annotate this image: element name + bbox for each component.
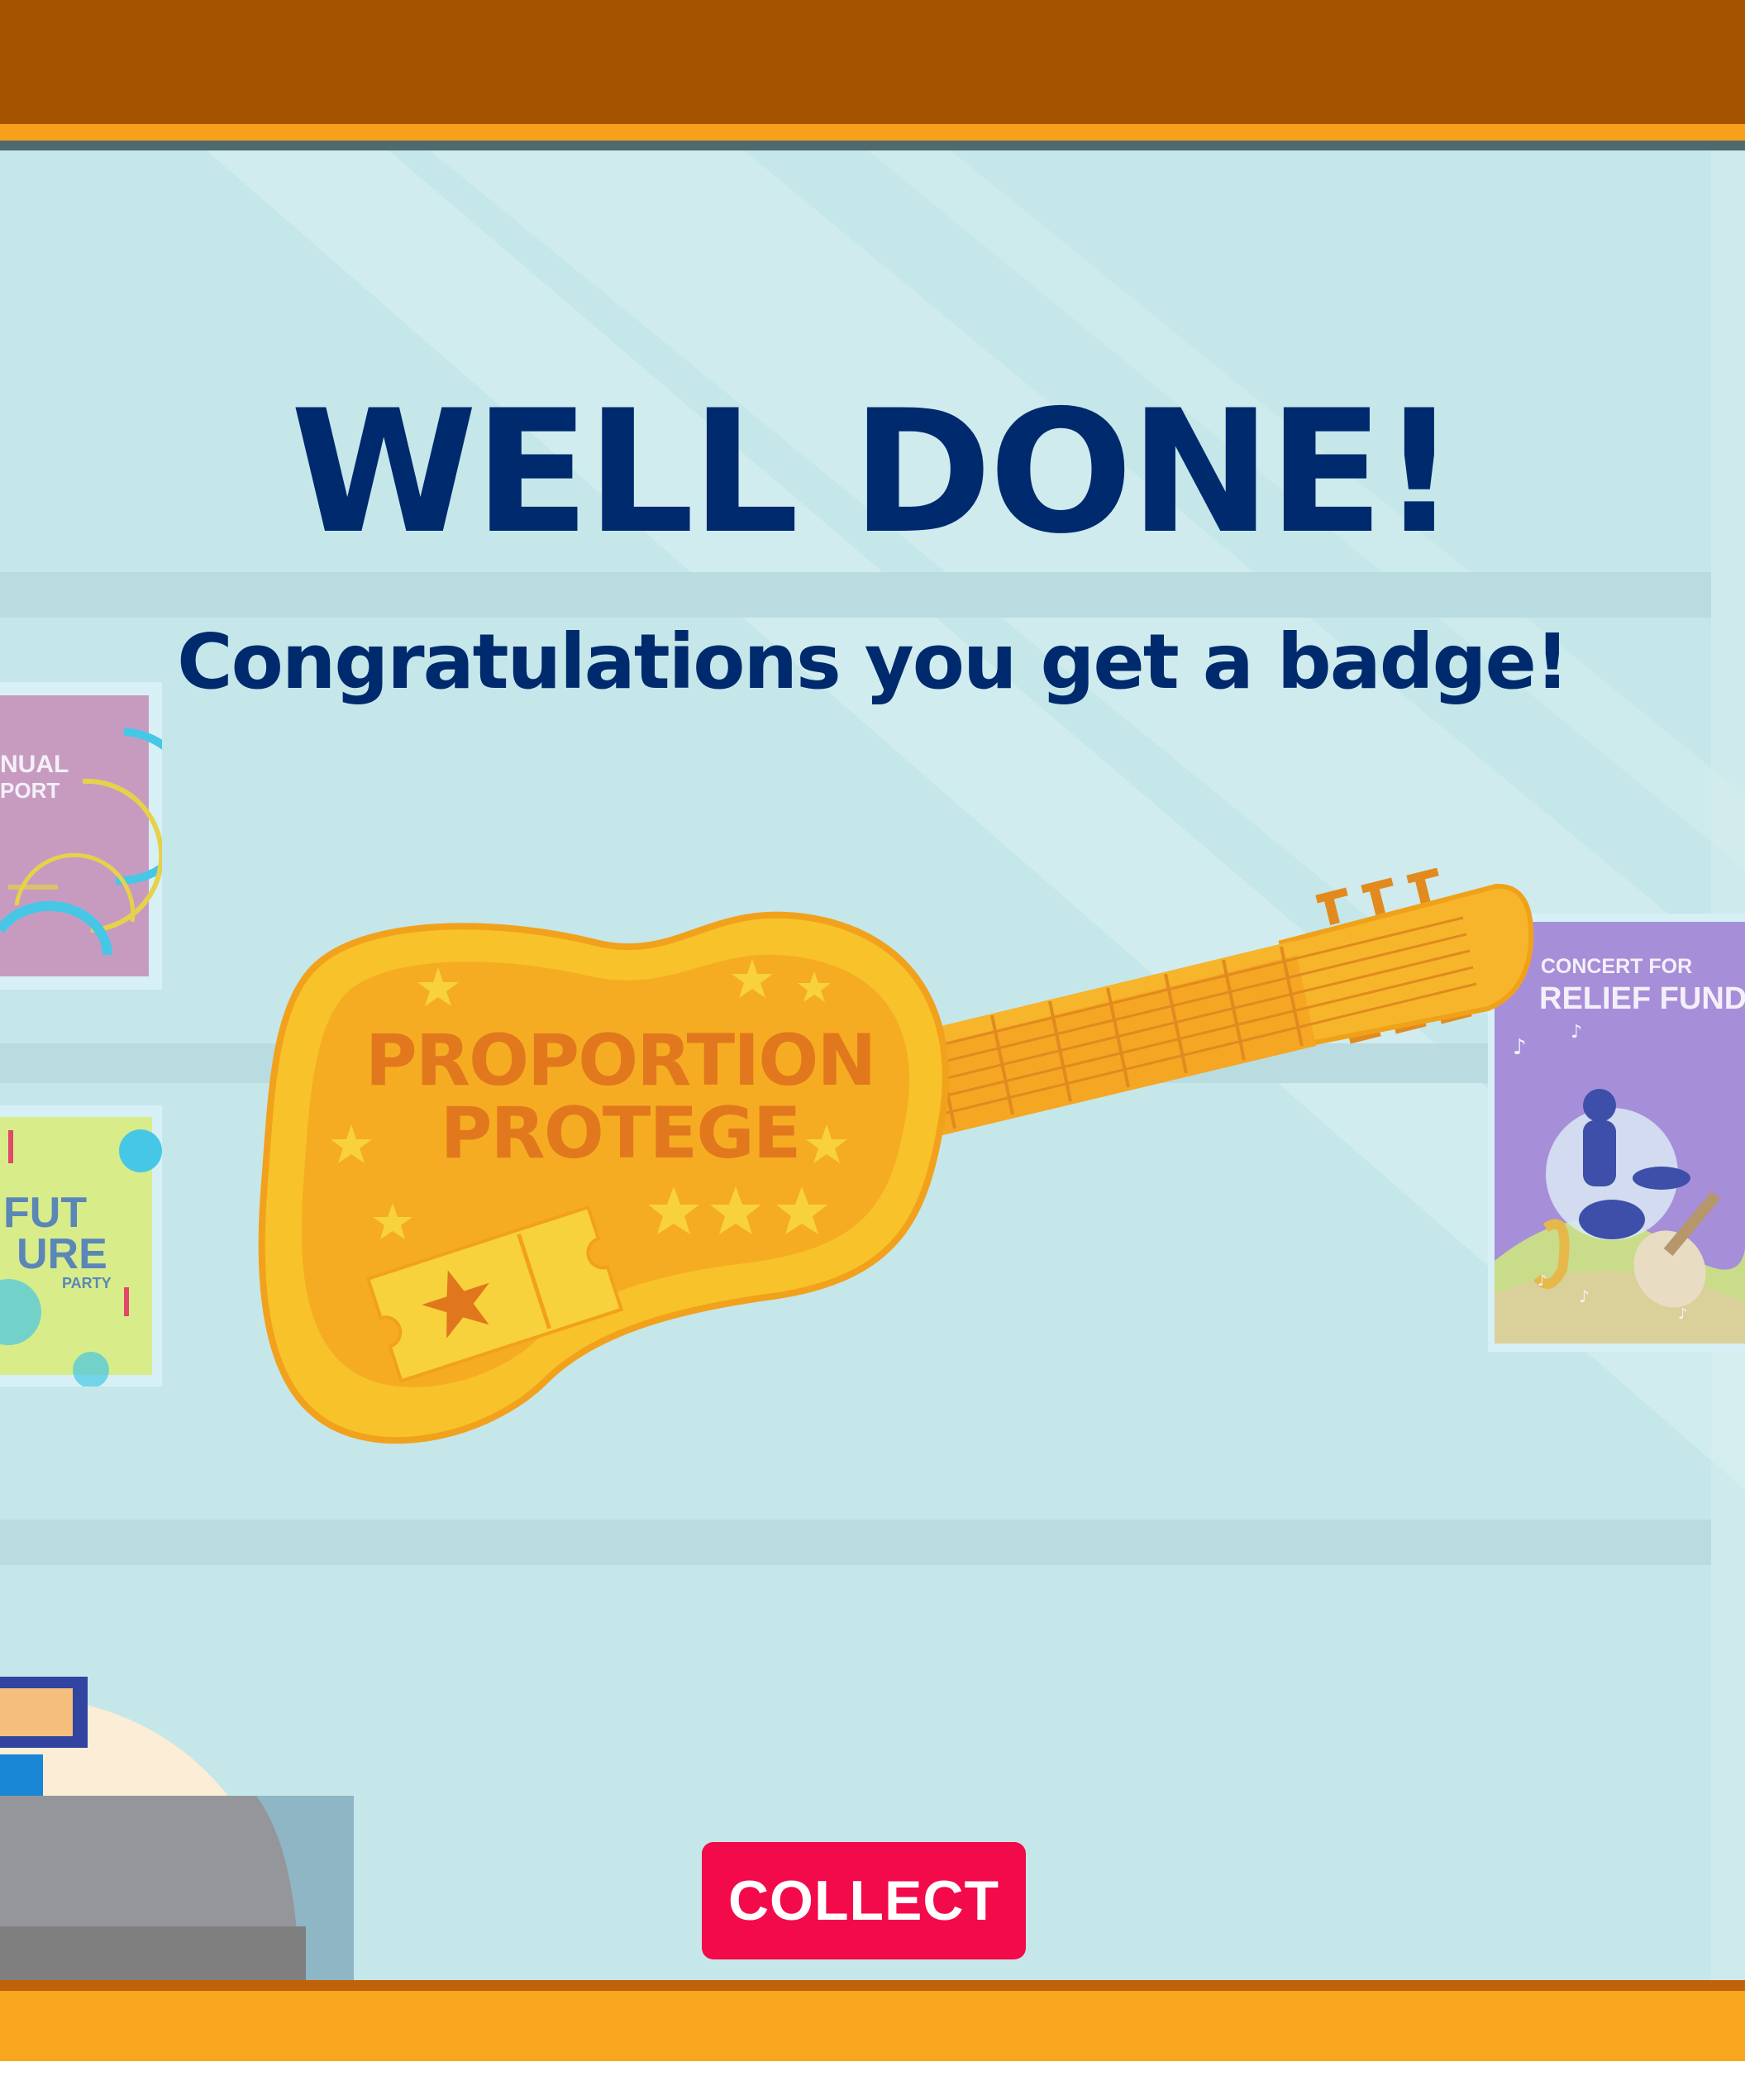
svg-text:♪: ♪ xyxy=(1538,1272,1547,1290)
shelf-upper xyxy=(0,572,1711,618)
badge-title-line1: PROPORTION xyxy=(365,1019,877,1102)
shelf-lower xyxy=(0,1520,1711,1565)
badge-reward-screen: NUAL PORT FUT URE PARTY ♪ ♪ ♪ ♪ ♪ CONCER… xyxy=(0,0,1745,2100)
poster-future-line2: URE xyxy=(17,1230,107,1278)
bottom-frame xyxy=(0,1991,1745,2061)
svg-text:♪: ♪ xyxy=(1571,1022,1582,1043)
poster-annual-line1: NUAL xyxy=(0,751,69,778)
badge-title-line2: PROTEGE xyxy=(440,1092,801,1175)
poster-annual-report: NUAL PORT xyxy=(0,682,162,990)
collect-button[interactable]: COLLECT xyxy=(702,1842,1026,1959)
top-frame-stripe xyxy=(0,124,1745,141)
top-frame xyxy=(0,0,1745,126)
desk-scene xyxy=(0,1670,364,1984)
poster-future-party: FUT URE PARTY xyxy=(0,1105,162,1386)
page-subtitle: Congratulations you get a badge! xyxy=(177,618,1570,706)
svg-text:♪: ♪ xyxy=(1579,1286,1590,1306)
poster-annual-line2: PORT xyxy=(0,778,60,803)
page-title: WELL DONE! xyxy=(290,375,1457,571)
poster-concert-line2: RELIEF FUND xyxy=(1539,981,1745,1016)
svg-text:♪: ♪ xyxy=(1678,1305,1688,1323)
top-frame-edge xyxy=(0,141,1745,150)
guitar-badge: PROPORTION PROTEGE xyxy=(248,868,1538,1463)
poster-future-line3: PARTY xyxy=(62,1275,112,1291)
